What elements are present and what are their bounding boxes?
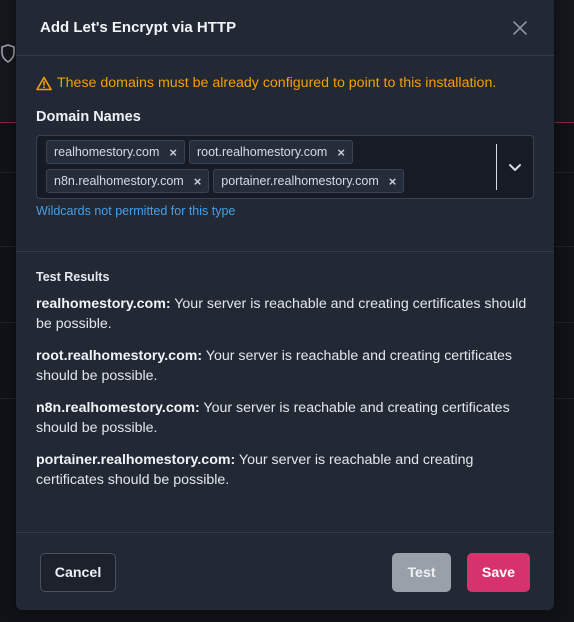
domain-tags: realhomestory.com × root.realhomestory.c… — [46, 140, 486, 193]
domain-tag-label: portainer.realhomestory.com — [221, 174, 379, 188]
modal-footer: Cancel Test Save — [16, 532, 554, 610]
wildcard-help-text: Wildcards not permitted for this type — [36, 204, 236, 218]
domain-names-label: Domain Names — [36, 109, 141, 125]
warning-text: These domains must be already configured… — [57, 75, 497, 91]
chevron-down-icon — [509, 163, 521, 171]
warning-triangle-icon — [36, 76, 52, 90]
domain-tag: portainer.realhomestory.com × — [213, 169, 405, 193]
domain-names-input[interactable]: realhomestory.com × root.realhomestory.c… — [36, 135, 534, 199]
modal-title: Add Let's Encrypt via HTTP — [40, 19, 237, 36]
remove-domain-button[interactable]: × — [194, 174, 202, 189]
close-button[interactable] — [510, 18, 530, 38]
test-button[interactable]: Test — [392, 553, 451, 592]
remove-domain-button[interactable]: × — [337, 145, 345, 160]
close-icon — [513, 20, 527, 35]
test-result-item: n8n.realhomestory.com: Your server is re… — [36, 398, 534, 438]
test-results-section: Test Results realhomestory.com: Your ser… — [16, 252, 554, 490]
result-domain: portainer.realhomestory.com: — [36, 452, 236, 468]
input-divider — [496, 144, 497, 190]
domain-tag: root.realhomestory.com × — [188, 140, 353, 164]
add-letsencrypt-modal: Add Let's Encrypt via HTTP These domains… — [16, 0, 554, 610]
test-results-title: Test Results — [36, 270, 110, 284]
result-domain: n8n.realhomestory.com: — [36, 400, 200, 416]
test-result-item: realhomestory.com: Your server is reacha… — [36, 294, 534, 334]
test-result-item: root.realhomestory.com: Your server is r… — [36, 346, 534, 386]
domain-tag-label: realhomestory.com — [54, 145, 160, 159]
cancel-button[interactable]: Cancel — [40, 553, 116, 592]
dropdown-toggle[interactable] — [501, 156, 529, 178]
modal-header: Add Let's Encrypt via HTTP — [16, 0, 554, 56]
domain-tag: realhomestory.com × — [46, 140, 185, 164]
save-button[interactable]: Save — [467, 553, 530, 592]
shield-icon — [1, 44, 15, 63]
result-domain: root.realhomestory.com: — [36, 348, 203, 364]
domain-tag-label: n8n.realhomestory.com — [54, 174, 184, 188]
result-domain: realhomestory.com: — [36, 296, 171, 312]
domain-tag-label: root.realhomestory.com — [196, 145, 328, 159]
warning-alert: These domains must be already configured… — [36, 73, 534, 93]
domain-tag: n8n.realhomestory.com × — [46, 169, 210, 193]
test-result-item: portainer.realhomestory.com: Your server… — [36, 450, 534, 490]
remove-domain-button[interactable]: × — [169, 145, 177, 160]
modal-body: These domains must be already configured… — [16, 56, 554, 218]
remove-domain-button[interactable]: × — [389, 174, 397, 189]
